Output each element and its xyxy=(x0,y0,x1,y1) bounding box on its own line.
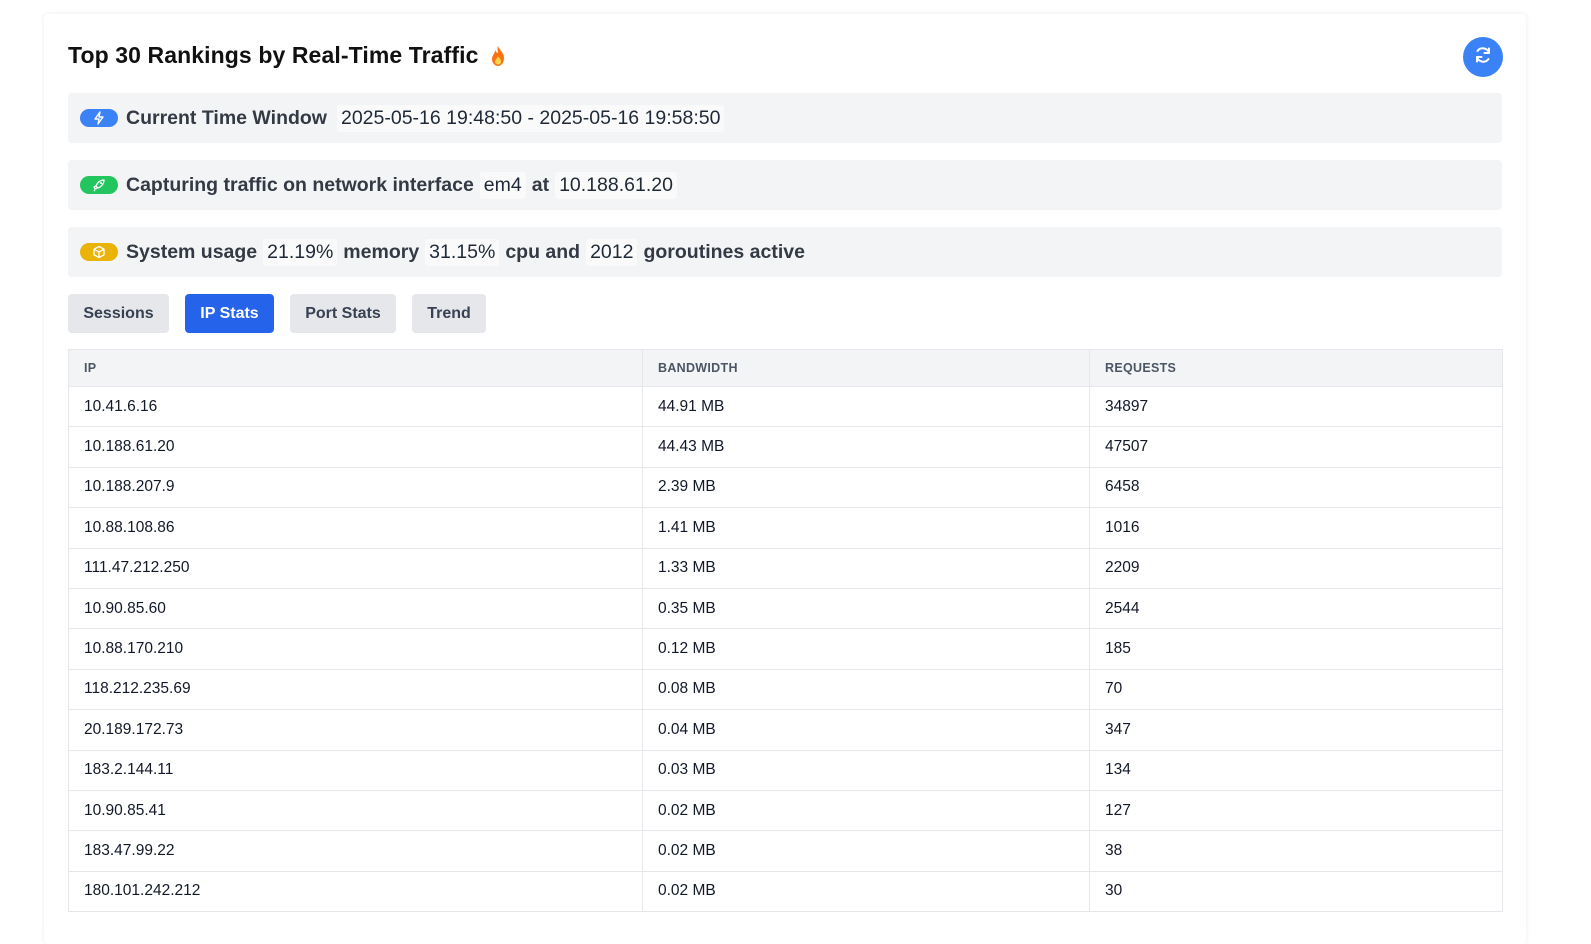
requests-cell: 6458 xyxy=(1089,466,1503,509)
requests-cell: 127 xyxy=(1089,789,1503,832)
bandwidth-cell: 1.41 MB xyxy=(642,507,1090,549)
ip-cell: 183.2.144.11 xyxy=(68,749,643,791)
table-row: 10.41.6.16 44.91 MB 34897 xyxy=(68,385,1503,428)
column-header-bandwidth: BANDWIDTH xyxy=(642,349,1090,387)
bandwidth-cell: 1.33 MB xyxy=(642,547,1090,589)
bandwidth-cell: 0.35 MB xyxy=(642,587,1090,630)
ip-cell: 10.90.85.41 xyxy=(68,789,643,832)
ip-cell: 118.212.235.69 xyxy=(68,668,643,711)
requests-cell: 30 xyxy=(1089,870,1503,913)
table-row: 10.90.85.41 0.02 MB 127 xyxy=(68,789,1503,832)
at-label: at xyxy=(531,173,550,196)
ip-cell: 180.101.242.212 xyxy=(68,870,643,913)
bandwidth-cell: 44.43 MB xyxy=(642,426,1090,468)
bandwidth-cell: 44.91 MB xyxy=(642,385,1090,428)
lightning-icon xyxy=(80,109,118,127)
bandwidth-cell: 2.39 MB xyxy=(642,466,1090,509)
table-row: 111.47.212.250 1.33 MB 2209 xyxy=(68,547,1503,589)
tab-port-stats[interactable]: Port Stats xyxy=(290,294,396,333)
refresh-button[interactable] xyxy=(1463,37,1503,77)
requests-cell: 2209 xyxy=(1089,547,1503,589)
bandwidth-cell: 0.02 MB xyxy=(642,789,1090,832)
table-row: 10.188.61.20 44.43 MB 47507 xyxy=(68,426,1503,468)
memory-value: 21.19% xyxy=(263,238,338,266)
ip-cell: 10.188.207.9 xyxy=(68,466,643,509)
ip-cell: 111.47.212.250 xyxy=(68,547,643,589)
requests-cell: 70 xyxy=(1089,668,1503,711)
table-row: 118.212.235.69 0.08 MB 70 xyxy=(68,668,1503,711)
capture-label: Capturing traffic on network interface xyxy=(126,173,474,196)
requests-cell: 134 xyxy=(1089,749,1503,791)
bandwidth-cell: 0.08 MB xyxy=(642,668,1090,711)
ip-cell: 10.90.85.60 xyxy=(68,587,643,630)
system-usage-bar: System usage 21.19% memory 31.15% cpu an… xyxy=(68,227,1502,277)
refresh-icon xyxy=(1473,45,1493,70)
ip-stats-table: IP BANDWIDTH REQUESTS 10.41.6.16 44.91 M… xyxy=(68,349,1503,913)
table-row: 180.101.242.212 0.02 MB 30 xyxy=(68,870,1503,913)
bandwidth-cell: 0.02 MB xyxy=(642,870,1090,913)
memory-label: memory xyxy=(343,240,420,263)
table-row: 20.189.172.73 0.04 MB 347 xyxy=(68,709,1503,751)
requests-cell: 185 xyxy=(1089,628,1503,670)
page-title: Top 30 Rankings by Real-Time Traffic xyxy=(68,42,479,68)
ip-cell: 10.88.170.210 xyxy=(68,628,643,670)
table-header-row: IP BANDWIDTH REQUESTS xyxy=(68,349,1503,387)
rocket-icon xyxy=(80,176,118,194)
tab-bar: Sessions IP Stats Port Stats Trend xyxy=(68,294,502,333)
ip-cell: 10.188.61.20 xyxy=(68,426,643,468)
column-header-requests: REQUESTS xyxy=(1089,349,1503,387)
bandwidth-cell: 0.02 MB xyxy=(642,830,1090,872)
fire-icon xyxy=(488,45,508,67)
rankings-card: Top 30 Rankings by Real-Time Traffic Cur… xyxy=(44,14,1526,944)
requests-cell: 1016 xyxy=(1089,507,1503,549)
ip-stats-table-wrap: IP BANDWIDTH REQUESTS 10.41.6.16 44.91 M… xyxy=(68,349,1503,913)
bandwidth-cell: 0.04 MB xyxy=(642,709,1090,751)
time-window-value: 2025-05-16 19:48:50 - 2025-05-16 19:58:5… xyxy=(336,104,725,132)
ip-cell: 183.47.99.22 xyxy=(68,830,643,872)
table-row: 183.2.144.11 0.03 MB 134 xyxy=(68,749,1503,791)
bandwidth-cell: 0.12 MB xyxy=(642,628,1090,670)
table-row: 10.88.108.86 1.41 MB 1016 xyxy=(68,507,1503,549)
capture-bar: Capturing traffic on network interface e… xyxy=(68,160,1502,210)
requests-cell: 347 xyxy=(1089,709,1503,751)
ip-cell: 10.41.6.16 xyxy=(68,385,643,428)
system-usage-label: System usage xyxy=(126,240,258,263)
interface-value: em4 xyxy=(479,171,526,199)
goroutines-value: 2012 xyxy=(586,238,638,266)
goroutines-label: goroutines active xyxy=(643,240,805,263)
tab-ip-stats[interactable]: IP Stats xyxy=(185,294,274,333)
cpu-label: cpu and xyxy=(505,240,581,263)
table-row: 10.88.170.210 0.12 MB 185 xyxy=(68,628,1503,670)
requests-cell: 38 xyxy=(1089,830,1503,872)
requests-cell: 34897 xyxy=(1089,385,1503,428)
column-header-ip: IP xyxy=(68,349,643,387)
cube-icon xyxy=(80,243,118,261)
time-window-label: Current Time Window xyxy=(126,106,327,129)
table-row: 10.90.85.60 0.35 MB 2544 xyxy=(68,587,1503,630)
cpu-value: 31.15% xyxy=(425,238,500,266)
capture-ip-value: 10.188.61.20 xyxy=(555,171,677,199)
ip-cell: 20.189.172.73 xyxy=(68,709,643,751)
table-row: 10.188.207.9 2.39 MB 6458 xyxy=(68,466,1503,509)
tab-sessions[interactable]: Sessions xyxy=(68,294,169,333)
requests-cell: 47507 xyxy=(1089,426,1503,468)
header: Top 30 Rankings by Real-Time Traffic xyxy=(68,42,508,69)
time-window-bar: Current Time Window 2025-05-16 19:48:50 … xyxy=(68,93,1502,143)
table-row: 183.47.99.22 0.02 MB 38 xyxy=(68,830,1503,872)
ip-cell: 10.88.108.86 xyxy=(68,507,643,549)
bandwidth-cell: 0.03 MB xyxy=(642,749,1090,791)
tab-trend[interactable]: Trend xyxy=(412,294,486,333)
requests-cell: 2544 xyxy=(1089,587,1503,630)
